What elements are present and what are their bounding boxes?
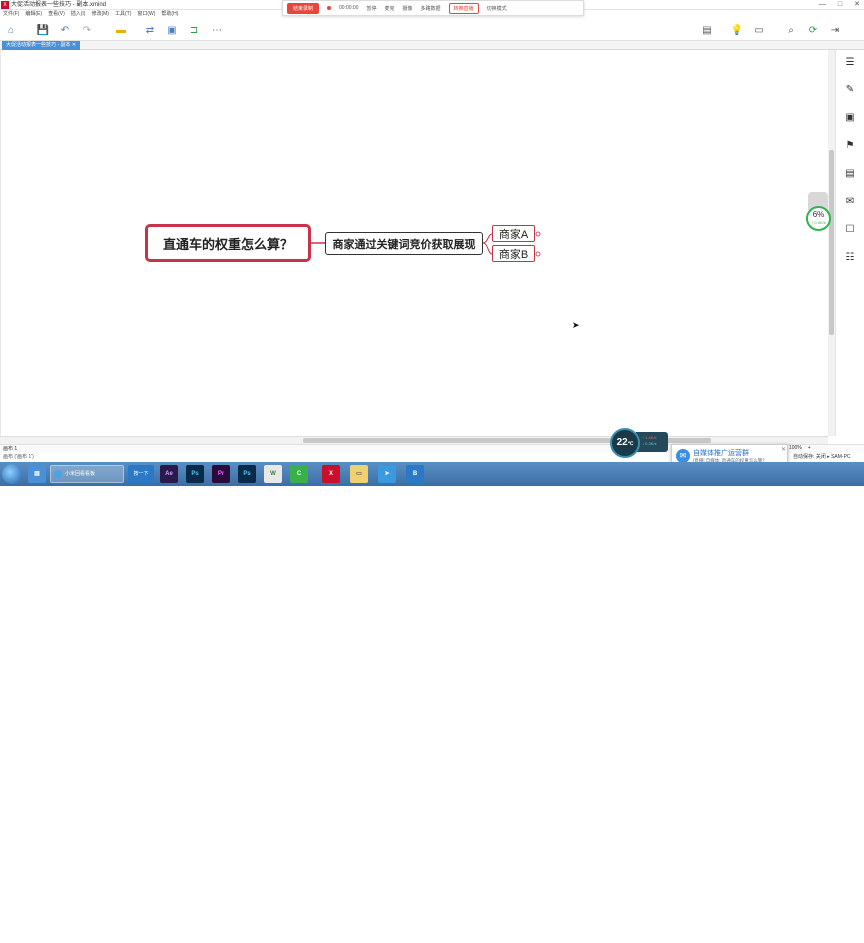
network-speed-widget[interactable]: 6% ↑ 0.0K/s	[806, 192, 831, 234]
right-side-panel: ☰ ✎ ▣ ⚑ ▤ ✉ ☐ ☷	[835, 50, 864, 436]
horizontal-scrollbar[interactable]	[0, 436, 828, 444]
format-brush-icon[interactable]: ✎	[844, 84, 856, 96]
clock-time: 21:31	[824, 928, 837, 934]
chat-app-icon: ✉	[676, 449, 690, 463]
browser-task-label: 小米回看看板	[65, 471, 96, 477]
cpu-temp-value: 33°C	[710, 929, 722, 935]
notes-icon[interactable]: ✉	[844, 196, 856, 208]
vertical-scrollbar[interactable]	[828, 50, 835, 436]
temperature-unit: ℃	[627, 441, 634, 447]
maximize-button[interactable]: □	[838, 0, 842, 10]
net-rate-panel: ↑ 1.4K/s ↓ 0.3K/s	[636, 432, 668, 452]
folder-taskbar-icon[interactable]: ▭	[350, 465, 368, 483]
close-button[interactable]: ✕	[854, 0, 860, 10]
feedback-taskbar-icon[interactable]: ➤	[378, 465, 396, 483]
main-topic[interactable]: 商家通过关键词竞价获取展现	[325, 232, 483, 255]
chrome-taskbar-icon[interactable]: W	[264, 465, 282, 483]
xmind-taskbar-icon[interactable]: X	[322, 465, 340, 483]
toast-title: 自媒体推广运营群	[693, 450, 749, 457]
taskbar-label-button[interactable]: 按一下	[128, 465, 154, 483]
image-icon[interactable]: ▣	[844, 112, 856, 124]
subtopic-merchant-a[interactable]: 商家A	[492, 225, 535, 242]
outline-icon[interactable]: ☰	[844, 57, 856, 69]
speed-gauge: 6% ↑ 0.0K/s	[806, 206, 831, 231]
task-icon[interactable]: ☷	[844, 252, 856, 264]
premiere-taskbar-icon[interactable]: Pr	[212, 465, 230, 483]
explorer-taskbar-icon[interactable]: ▤	[28, 465, 46, 483]
cpu-temp-label: CPU温度	[706, 936, 727, 942]
photoshop-2-taskbar-icon[interactable]: Ps	[238, 465, 256, 483]
autosave-status: 自动保存: 关闭 ▸ SAM-PC	[793, 454, 851, 460]
mouse-cursor-icon: ➤	[572, 320, 580, 330]
comments-icon[interactable]: ☐	[844, 224, 856, 236]
clipart-icon[interactable]: ▤	[844, 168, 856, 180]
subtopic-merchant-b[interactable]: 商家B	[492, 245, 535, 262]
browser-icon	[54, 470, 62, 478]
after-effects-taskbar-icon[interactable]: Ae	[160, 465, 178, 483]
zoom-level[interactable]: 100%	[789, 444, 802, 453]
flag-marker-icon[interactable]: ⚑	[844, 140, 856, 152]
tray-cpu-temp: 33°C CPU温度	[706, 929, 727, 943]
vertical-scroll-thumb[interactable]	[829, 150, 834, 335]
taskbar-browser-task[interactable]: 小米回看看板	[50, 465, 124, 483]
status-bar-text: 画布 ('画布 1')	[3, 454, 34, 460]
speed-rate: ↑ 0.0K/s	[811, 220, 826, 225]
temperature-widget[interactable]: 22℃	[610, 428, 640, 458]
browser-2-taskbar-icon[interactable]: B	[406, 465, 424, 483]
connector-lines	[311, 231, 541, 257]
clock-date: 2019/11/28	[818, 936, 843, 942]
system-clock[interactable]: 21:31 2019/11/28	[818, 927, 843, 943]
taskbar: ▤ 小米回看看板 按一下 Ae Ps Pr Ps W C X ▭ ➤ B 33°…	[0, 462, 864, 942]
toast-close-icon[interactable]: ✕	[781, 446, 786, 453]
start-button[interactable]	[2, 464, 22, 484]
download-rate: ↓ 0.3K/s	[642, 441, 657, 446]
central-topic[interactable]: 直通车的权重怎么算？	[145, 224, 311, 262]
photoshop-taskbar-icon[interactable]: Ps	[186, 465, 204, 483]
zoom-in-button[interactable]: +	[808, 444, 811, 453]
wechat-taskbar-icon[interactable]: C	[290, 465, 308, 483]
export-icon[interactable]: ⇥	[828, 23, 842, 37]
temperature-value: 22	[616, 437, 628, 448]
speed-percent: 6%	[812, 210, 825, 219]
